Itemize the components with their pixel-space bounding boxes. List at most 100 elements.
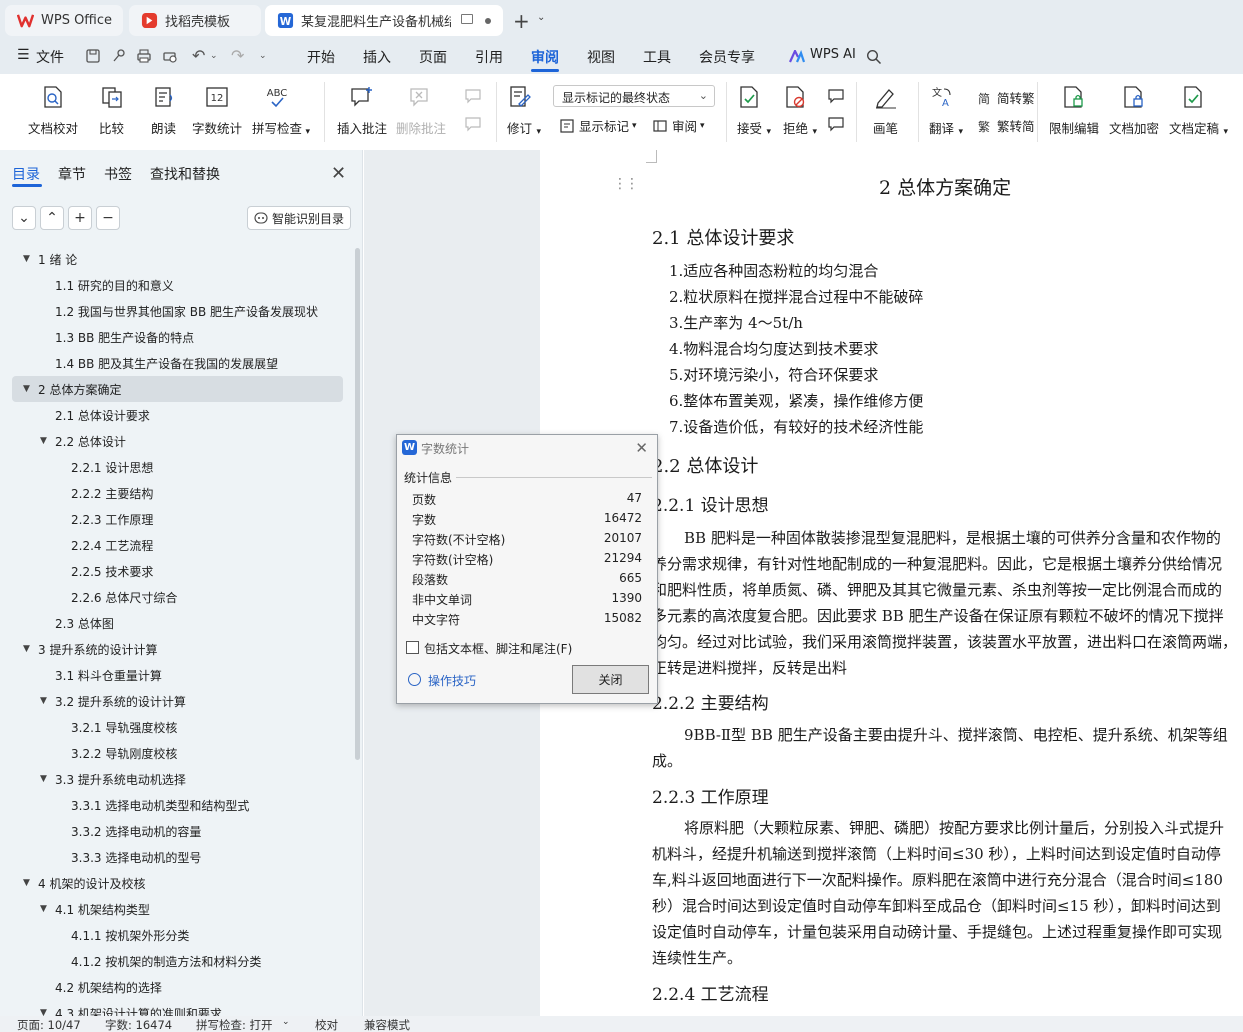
- redo-icon[interactable]: ↷: [231, 46, 244, 65]
- toc-item[interactable]: 3.1 料斗仓重量计算: [0, 662, 355, 688]
- close-icon[interactable]: ✕: [331, 163, 346, 184]
- menu-review[interactable]: 审阅: [531, 47, 559, 67]
- menu-wps-ai[interactable]: WPS AI: [810, 47, 856, 62]
- toc-item[interactable]: 4.1.2 按机架的制造方法和材料分类: [0, 948, 355, 974]
- nav-tab-chapters[interactable]: 章节: [58, 164, 86, 184]
- chevron-down-icon[interactable]: ⌄: [537, 12, 545, 23]
- expand-arrow-icon[interactable]: ▼: [40, 696, 47, 706]
- toc-item[interactable]: 3.2.2 导轨刚度校核: [0, 740, 355, 766]
- menu-tools[interactable]: 工具: [643, 47, 671, 67]
- toc-item[interactable]: 2.2.6 总体尺寸综合: [0, 584, 355, 610]
- finalize-button[interactable]: 文档定稿 ▾: [1169, 84, 1228, 137]
- pen-button[interactable]: 画笔: [873, 84, 898, 137]
- share-icon[interactable]: [111, 48, 127, 64]
- toc-item[interactable]: ▼ 3.2 提升系统的设计计算: [0, 688, 355, 714]
- toc-item[interactable]: 1.4 BB 肥及其生产设备在我国的发展展望: [0, 350, 355, 376]
- toc-item[interactable]: 3.3.1 选择电动机类型和结构型式: [0, 792, 355, 818]
- toc-item[interactable]: 2.3 总体图: [0, 610, 355, 636]
- menu-file[interactable]: 文件: [36, 47, 64, 67]
- save-icon[interactable]: [85, 48, 101, 64]
- expand-arrow-icon[interactable]: ▼: [40, 436, 47, 446]
- toc-item[interactable]: 2.2.5 技术要求: [0, 558, 355, 584]
- tab-wps-office[interactable]: WPS Office: [5, 5, 123, 36]
- menu-reference[interactable]: 引用: [475, 47, 503, 67]
- expand-arrow-icon[interactable]: ▼: [23, 254, 30, 264]
- expand-arrow-icon[interactable]: ▼: [40, 774, 47, 784]
- menu-insert[interactable]: 插入: [363, 47, 391, 67]
- unsaved-dot-icon[interactable]: [485, 18, 491, 24]
- menu-page[interactable]: 页面: [419, 47, 447, 67]
- print-icon[interactable]: [136, 48, 152, 64]
- toc-item[interactable]: 1.1 研究的目的和意义: [0, 272, 355, 298]
- toc-item[interactable]: 2.2.4 工艺流程: [0, 532, 355, 558]
- expand-all-button[interactable]: ⌄: [12, 206, 36, 230]
- spell-check-button[interactable]: ABC 拼写检查 ▾: [252, 84, 310, 137]
- toc-item[interactable]: ▼ 4.1 机架结构类型: [0, 896, 355, 922]
- to-traditional-button[interactable]: 简 简转繁: [977, 88, 1035, 107]
- read-aloud-button[interactable]: 朗读: [151, 84, 176, 137]
- toc-item[interactable]: 4.1.1 按机架外形分类: [0, 922, 355, 948]
- remove-heading-button[interactable]: −: [96, 206, 120, 230]
- delete-comment-button[interactable]: 删除批注: [396, 84, 446, 137]
- word-count-button[interactable]: 12 字数统计: [192, 84, 242, 137]
- show-markup-button[interactable]: 显示标记 ▾: [559, 116, 637, 135]
- status-spell-check[interactable]: 拼写检查: 打开: [196, 1017, 273, 1032]
- toc-item[interactable]: 2.2.3 工作原理: [0, 506, 355, 532]
- menu-start[interactable]: 开始: [307, 47, 335, 67]
- toc-item[interactable]: 1.3 BB 肥生产设备的特点: [0, 324, 355, 350]
- tab-current-document[interactable]: W 某复混肥料生产设备机械结构设计: [265, 5, 503, 36]
- previous-change-icon[interactable]: [827, 88, 845, 104]
- chevron-down-icon[interactable]: ⌄: [282, 1017, 290, 1027]
- chevron-down-icon[interactable]: ⌄: [210, 51, 218, 61]
- doc-proofread-button[interactable]: 文档校对: [28, 84, 78, 137]
- expand-arrow-icon[interactable]: ▼: [23, 644, 30, 654]
- chevron-down-icon[interactable]: ⌄: [259, 51, 267, 61]
- nav-tab-find-replace[interactable]: 查找和替换: [150, 164, 220, 184]
- hamburger-icon[interactable]: ☰: [17, 47, 30, 63]
- toc-item[interactable]: ▼ 1 绪 论: [0, 246, 355, 272]
- toc-item[interactable]: ▼ 2.2 总体设计: [0, 428, 355, 454]
- add-heading-button[interactable]: +: [68, 206, 92, 230]
- nav-tab-toc[interactable]: 目录: [12, 164, 40, 184]
- insert-comment-button[interactable]: 插入批注: [337, 84, 387, 137]
- include-textbox-label[interactable]: 包括文本框、脚注和尾注(F): [424, 640, 572, 657]
- expand-arrow-icon[interactable]: ▼: [23, 384, 30, 394]
- include-textbox-checkbox[interactable]: [406, 641, 419, 654]
- markup-display-select[interactable]: 显示标记的最终状态 ⌄: [553, 85, 715, 107]
- toc-item[interactable]: ▼ 4 机架的设计及校核: [0, 870, 355, 896]
- compare-button[interactable]: 比较: [99, 84, 124, 137]
- menu-view[interactable]: 视图: [587, 47, 615, 67]
- close-icon[interactable]: ✕: [635, 439, 648, 457]
- toc-item[interactable]: 2.1 总体设计要求: [0, 402, 355, 428]
- toc-item[interactable]: ▼ 3 提升系统的设计计算: [0, 636, 355, 662]
- next-comment-icon[interactable]: [464, 116, 482, 132]
- restrict-edit-button[interactable]: 限制编辑: [1049, 84, 1099, 137]
- toc-item[interactable]: 2.2.2 主要结构: [0, 480, 355, 506]
- menu-member[interactable]: 会员专享: [699, 47, 755, 67]
- toc-item[interactable]: 3.2.1 导轨强度校核: [0, 714, 355, 740]
- close-button[interactable]: 关闭: [572, 665, 649, 694]
- toc-item[interactable]: 4.2 机架结构的选择: [0, 974, 355, 1000]
- search-icon[interactable]: [866, 49, 882, 65]
- toc-item[interactable]: 3.3.3 选择电动机的型号: [0, 844, 355, 870]
- to-simplified-button[interactable]: 繁 繁转简: [977, 116, 1035, 135]
- smart-toc-button[interactable]: 智能识别目录: [247, 206, 351, 230]
- reject-button[interactable]: 拒绝 ▾: [783, 84, 817, 137]
- status-page[interactable]: 页面: 10/47: [17, 1017, 81, 1032]
- review-pane-button[interactable]: 审阅 ▾: [652, 116, 705, 135]
- print-preview-icon[interactable]: [162, 48, 178, 64]
- translate-button[interactable]: 文A 翻译 ▾: [929, 84, 963, 137]
- tab-docer-templates[interactable]: 找稻壳模板: [129, 5, 261, 36]
- nav-tab-bookmarks[interactable]: 书签: [104, 164, 132, 184]
- toc-item[interactable]: 2.2.1 设计思想: [0, 454, 355, 480]
- status-word-count[interactable]: 字数: 16474: [105, 1017, 172, 1032]
- toc-item[interactable]: 1.2 我国与世界其他国家 BB 肥生产设备发展现状: [0, 298, 355, 324]
- track-changes-button[interactable]: 修订 ▾: [507, 84, 541, 137]
- expand-arrow-icon[interactable]: ▼: [23, 878, 30, 888]
- previous-comment-icon[interactable]: [464, 88, 482, 104]
- encrypt-button[interactable]: 文档加密: [1109, 84, 1159, 137]
- toc-item[interactable]: 3.3.2 选择电动机的容量: [0, 818, 355, 844]
- tips-link[interactable]: 操作技巧: [428, 672, 476, 689]
- scrollbar[interactable]: [355, 248, 360, 760]
- monitor-icon[interactable]: [461, 14, 473, 24]
